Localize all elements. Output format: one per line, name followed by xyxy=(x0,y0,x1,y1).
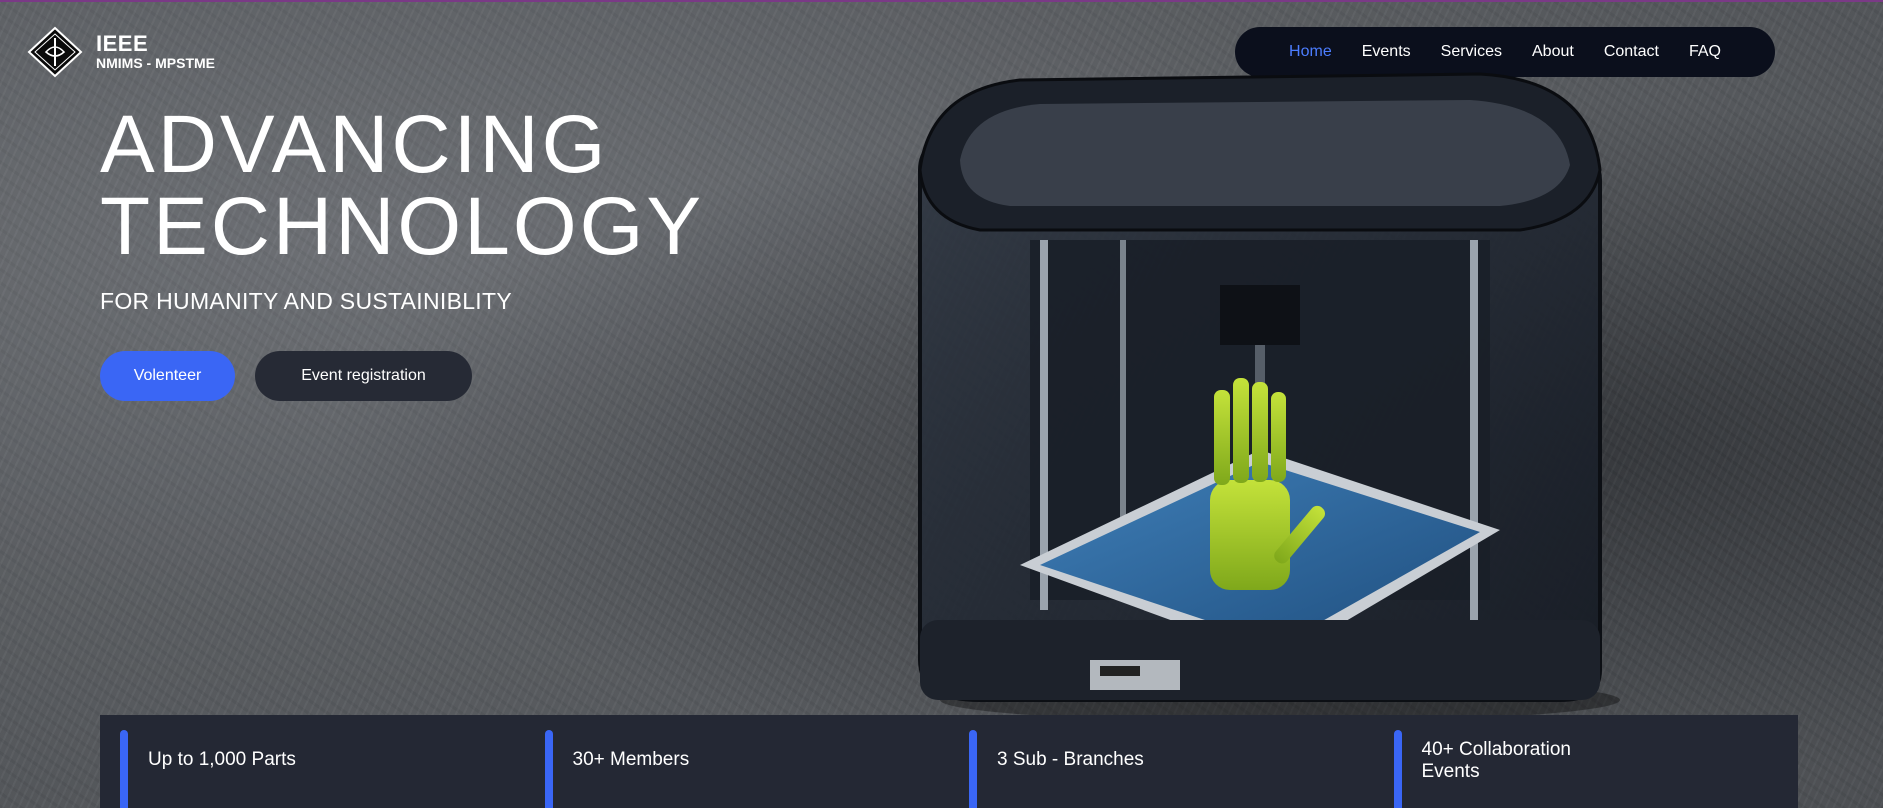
stat-item: 3 Sub - Branches xyxy=(949,715,1374,808)
stat-item: 40+ Collaboration Events xyxy=(1374,715,1799,808)
headline-line-1: ADVANCING xyxy=(100,99,609,190)
stat-label: 40+ Collaboration Events xyxy=(1421,739,1571,782)
event-registration-button[interactable]: Event registration xyxy=(255,351,472,401)
brand-title: IEEE xyxy=(96,31,149,57)
nav-item-services[interactable]: Services xyxy=(1441,43,1502,61)
nav-item-home[interactable]: Home xyxy=(1289,43,1332,61)
stat-label: Up to 1,000 Parts xyxy=(148,749,296,770)
nav-item-about[interactable]: About xyxy=(1532,43,1574,61)
nav-item-events[interactable]: Events xyxy=(1362,43,1411,61)
stat-label: 30+ Members xyxy=(572,749,690,770)
stat-accent-bar xyxy=(544,730,553,808)
nav-item-contact[interactable]: Contact xyxy=(1604,43,1659,61)
headline-line-2: TECHNOLOGY xyxy=(100,181,705,272)
stat-label: 3 Sub - Branches xyxy=(997,749,1144,770)
nav-item-faq[interactable]: FAQ xyxy=(1689,43,1721,61)
hero-headline: ADVANCING TECHNOLOGY xyxy=(100,104,704,268)
3d-printer-image xyxy=(918,72,1620,720)
hero-tagline: FOR HUMANITY AND SUSTAINIBLITY xyxy=(100,288,512,314)
stat-accent-bar xyxy=(969,730,977,808)
brand-subtitle: NMIMS - MPSTME xyxy=(96,55,215,72)
top-border xyxy=(0,0,1883,2)
stat-accent-bar xyxy=(1393,730,1402,808)
stats-bar: Up to 1,000 Parts 30+ Members 3 Sub - Br… xyxy=(100,715,1798,808)
stat-accent-bar xyxy=(120,730,128,808)
volunteer-button[interactable]: Volenteer xyxy=(100,351,235,401)
brand-logo[interactable]: IEEE NMIMS - MPSTME xyxy=(26,26,215,78)
ieee-diamond-icon xyxy=(27,26,83,78)
stat-item: 30+ Members xyxy=(525,715,950,808)
stat-item: Up to 1,000 Parts xyxy=(100,715,525,808)
